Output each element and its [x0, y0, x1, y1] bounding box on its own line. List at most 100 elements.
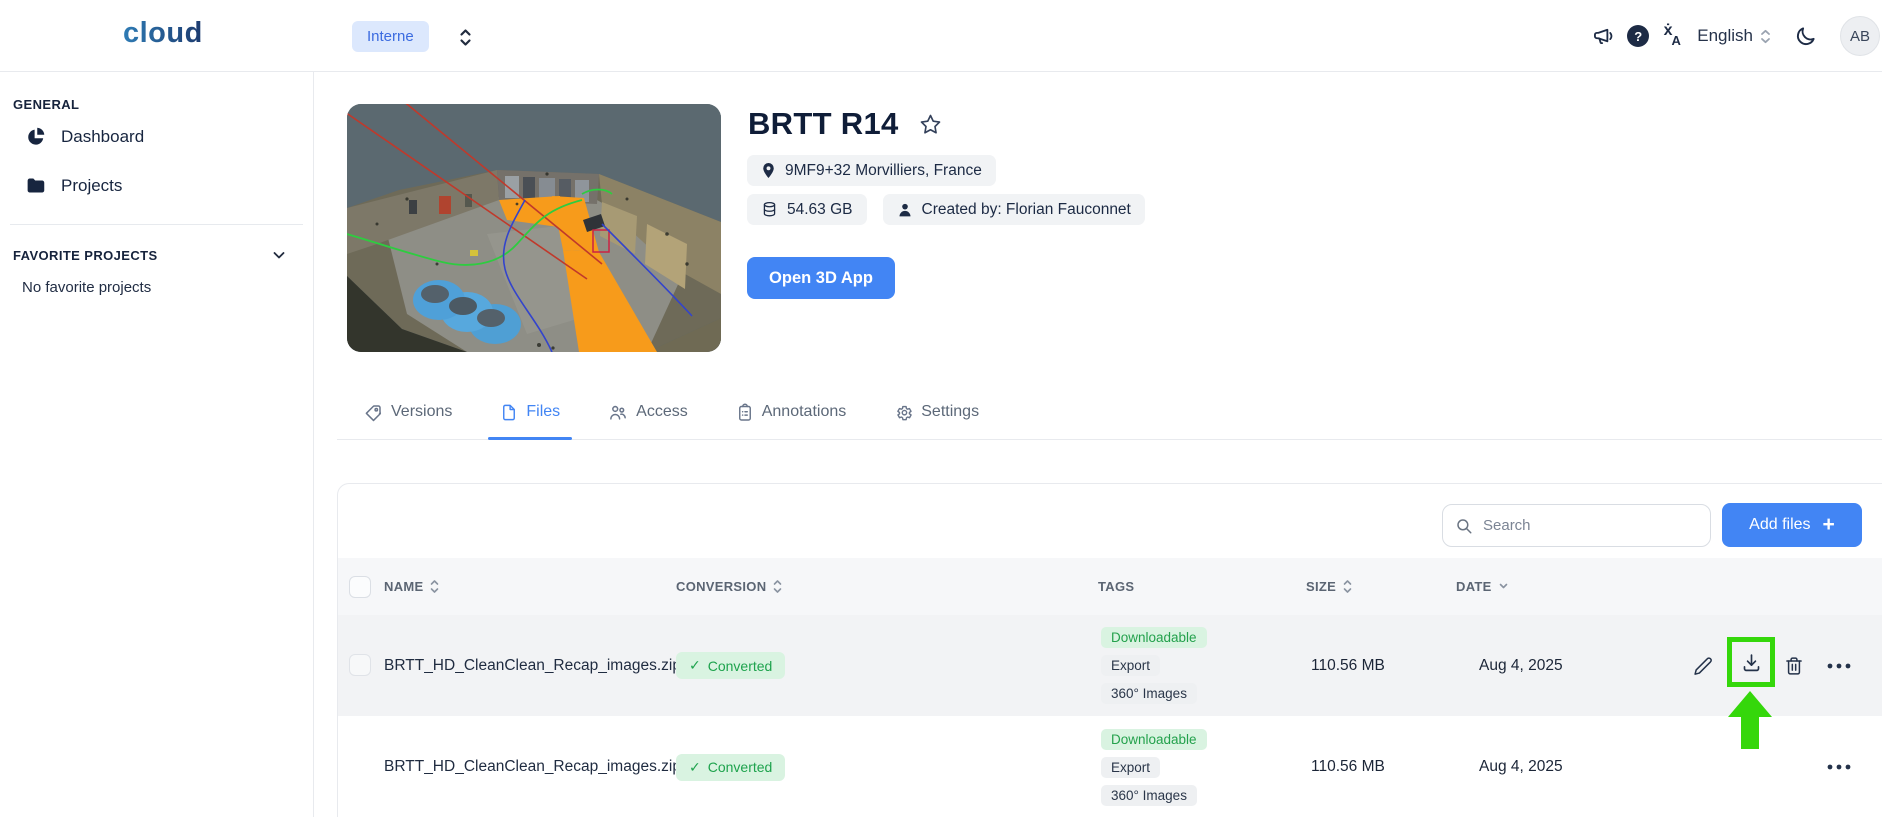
column-header-tags: TAGS	[1098, 558, 1134, 615]
column-header-date[interactable]: DATE	[1456, 558, 1509, 615]
tab-versions[interactable]: Versions	[352, 385, 464, 439]
tab-settings[interactable]: Settings	[882, 385, 991, 439]
favorites-empty-text: No favorite projects	[22, 279, 313, 296]
tag-downloadable: Downloadable	[1101, 627, 1207, 648]
table-row: BRTT_HD_CleanClean_Recap_images.zip ✓ Co…	[338, 615, 1882, 716]
table-header: NAME CONVERSION TAGS SIZE	[338, 558, 1882, 615]
tag-downloadable: Downloadable	[1101, 729, 1207, 750]
tags-cell: Downloadable Export 360° Images	[1101, 716, 1207, 817]
check-icon: ✓	[689, 759, 701, 776]
location-badge: 9MF9+32 Morvilliers, France	[747, 155, 996, 186]
more-actions-ellipsis-icon[interactable]	[1819, 716, 1859, 817]
app-window: cloud Interne ? ẋ A	[0, 0, 1882, 817]
row-checkbox[interactable]	[349, 654, 371, 676]
converted-badge: ✓ Converted	[676, 652, 785, 679]
tab-label: Versions	[391, 403, 452, 421]
tag-export: Export	[1101, 757, 1160, 778]
tab-label: Annotations	[762, 403, 847, 421]
select-all-checkbox[interactable]	[349, 576, 371, 598]
sort-icon	[772, 579, 783, 594]
folder-icon	[25, 175, 46, 196]
database-icon	[761, 201, 778, 218]
file-date: Aug 4, 2025	[1479, 615, 1563, 716]
column-header-conversion[interactable]: CONVERSION	[676, 558, 783, 615]
dark-mode-moon-icon[interactable]	[1788, 19, 1822, 53]
sort-desc-icon	[1498, 582, 1509, 591]
add-files-button[interactable]: Add files +	[1722, 503, 1862, 547]
people-icon	[608, 403, 628, 422]
question-glyph: ?	[1634, 29, 1642, 44]
files-card: Add files + NAME CONVERSION	[337, 483, 1882, 817]
file-date: Aug 4, 2025	[1479, 716, 1563, 817]
column-header-size[interactable]: SIZE	[1306, 558, 1353, 615]
file-size: 110.56 MB	[1311, 615, 1385, 716]
search-input[interactable]	[1483, 517, 1673, 534]
org-badge[interactable]: Interne	[352, 21, 429, 52]
sidebar-item-dashboard[interactable]: Dashboard	[0, 112, 313, 161]
topbar: cloud Interne ? ẋ A	[0, 0, 1882, 72]
check-icon: ✓	[689, 657, 701, 674]
table-row: BRTT_HD_CleanClean_Recap_images.zip ✓ Co…	[338, 716, 1882, 817]
conversion-cell: ✓ Converted	[676, 615, 785, 716]
search-icon	[1455, 517, 1473, 535]
more-actions-ellipsis-icon[interactable]	[1819, 615, 1859, 716]
project-thumbnail[interactable]	[347, 104, 721, 352]
creator-badge: Created by: Florian Fauconnet	[883, 194, 1145, 225]
person-icon	[897, 202, 913, 218]
app-logo[interactable]: cloud	[123, 17, 203, 50]
topbar-actions: ? ẋ A English AB	[1587, 0, 1882, 72]
tab-access[interactable]: Access	[596, 385, 700, 439]
tab-label: Access	[636, 403, 688, 421]
tab-label: Files	[526, 403, 560, 421]
chevron-down-icon[interactable]	[271, 247, 287, 263]
sidebar-item-projects[interactable]: Projects	[0, 161, 313, 210]
sidebar-heading-general: GENERAL	[13, 97, 313, 112]
sort-icon	[1342, 579, 1353, 594]
size-text: 54.63 GB	[787, 201, 853, 219]
file-size: 110.56 MB	[1311, 716, 1385, 817]
tag-360-images: 360° Images	[1101, 785, 1197, 806]
sidebar: GENERAL Dashboard Projects FAVORITE PROJ…	[0, 72, 314, 817]
location-text: 9MF9+32 Morvilliers, France	[785, 162, 982, 180]
sidebar-divider	[10, 224, 303, 225]
download-icon-highlighted[interactable]	[1727, 637, 1775, 687]
plus-icon: +	[1823, 516, 1835, 534]
size-badge: 54.63 GB	[747, 194, 867, 225]
pointcloud-scene	[347, 104, 721, 352]
project-title-row: BRTT R14	[748, 106, 942, 142]
column-header-name[interactable]: NAME	[384, 558, 440, 615]
tags-cell: Downloadable Export 360° Images	[1101, 615, 1207, 716]
language-chevrons-icon[interactable]	[1759, 28, 1772, 45]
pie-chart-icon	[25, 126, 46, 147]
project-tabs: Versions Files Access	[337, 385, 1882, 440]
org-selector-icon[interactable]	[452, 24, 478, 50]
tag-360-images: 360° Images	[1101, 683, 1197, 704]
conversion-cell: ✓ Converted	[676, 716, 785, 817]
sidebar-item-label: Dashboard	[61, 127, 144, 147]
sidebar-heading-favorites: FAVORITE PROJECTS	[13, 247, 313, 263]
trash-icon[interactable]	[1774, 615, 1814, 716]
tag-icon	[364, 403, 383, 422]
gear-icon	[894, 403, 913, 422]
open-3d-app-button[interactable]: Open 3D App	[747, 257, 895, 299]
file-name[interactable]: BRTT_HD_CleanClean_Recap_images.zip	[384, 615, 681, 716]
translate-icon[interactable]: ẋ A	[1655, 19, 1689, 53]
help-icon[interactable]: ?	[1621, 19, 1655, 53]
map-pin-icon	[761, 162, 776, 179]
page-title: BRTT R14	[748, 106, 899, 142]
sidebar-item-label: Projects	[61, 176, 122, 196]
tab-label: Settings	[921, 403, 979, 421]
favorite-star-icon[interactable]	[919, 113, 942, 136]
tab-files[interactable]: Files	[488, 385, 572, 439]
user-avatar[interactable]: AB	[1840, 16, 1880, 56]
edit-pencil-icon[interactable]	[1683, 615, 1723, 716]
file-name[interactable]: BRTT_HD_CleanClean_Recap_images.zip	[384, 716, 681, 817]
project-meta-row-2: 54.63 GB Created by: Florian Fauconnet	[747, 194, 1145, 225]
language-select[interactable]: English	[1697, 26, 1753, 46]
megaphone-icon[interactable]	[1587, 19, 1621, 53]
tab-annotations[interactable]: Annotations	[724, 385, 859, 439]
project-meta-row-1: 9MF9+32 Morvilliers, France	[747, 155, 996, 186]
search-box	[1442, 504, 1711, 547]
creator-text: Created by: Florian Fauconnet	[922, 201, 1131, 219]
clipboard-icon	[736, 403, 754, 422]
